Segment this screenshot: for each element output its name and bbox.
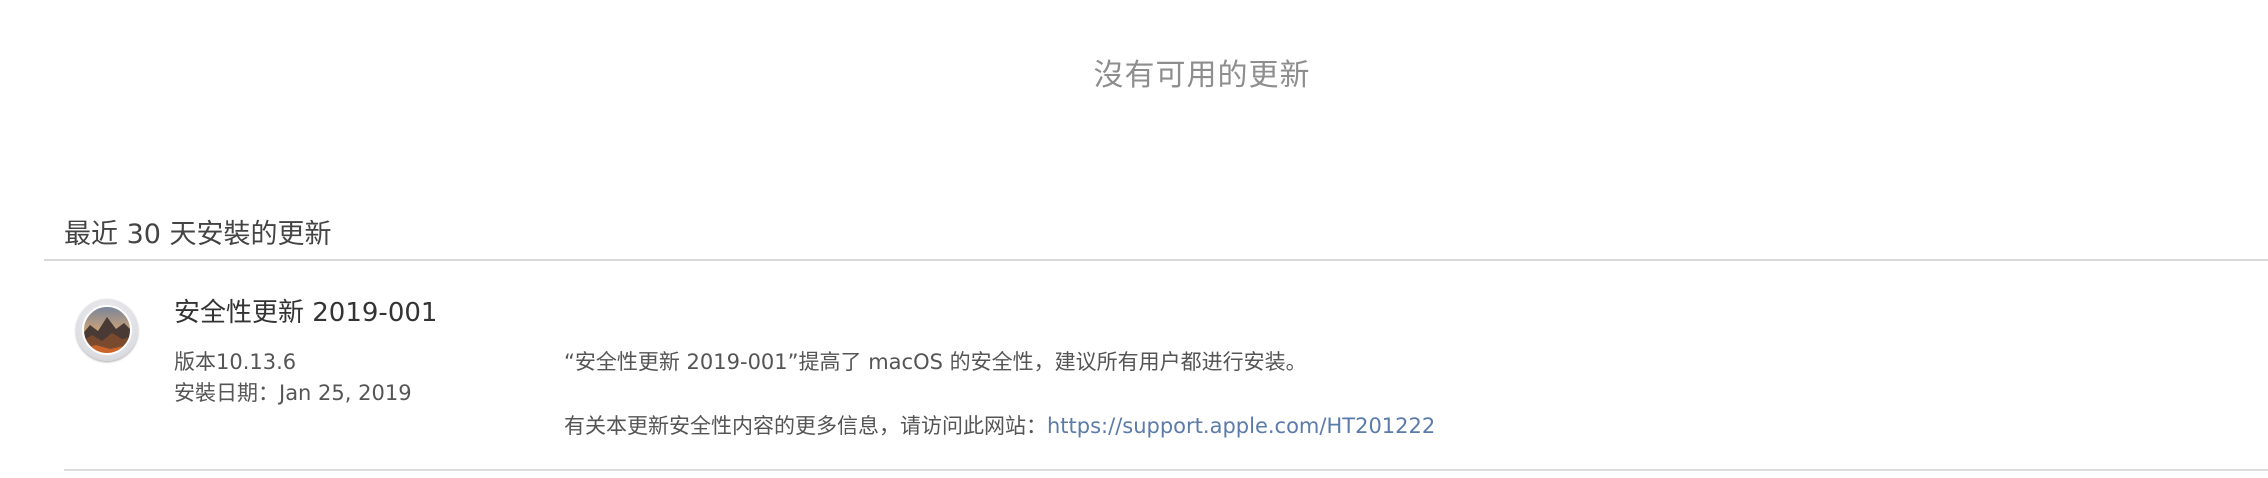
row-divider bbox=[64, 469, 2268, 471]
install-date: 安裝日期：Jan 25, 2019 bbox=[174, 381, 412, 405]
update-version: 版本10.13.6 bbox=[174, 350, 297, 374]
support-link[interactable]: https://support.apple.com/HT201222 bbox=[1047, 414, 1435, 438]
software-update-panel: 沒有可用的更新 最近 30 天安裝的更新 安全性更新 2019-001 版本10… bbox=[0, 0, 2268, 478]
update-name: 安全性更新 2019-001 bbox=[174, 298, 438, 328]
more-info-line: 有关本更新安全性内容的更多信息，请访问此网站：https://support.a… bbox=[564, 410, 1435, 440]
more-info-text: 有关本更新安全性内容的更多信息，请访问此网站： bbox=[564, 414, 1047, 438]
recent-updates-heading: 最近 30 天安裝的更新 bbox=[64, 219, 332, 250]
section-divider bbox=[44, 259, 2268, 261]
update-description: “安全性更新 2019-001”提高了 macOS 的安全性，建议所有用户都进行… bbox=[564, 350, 1307, 374]
macos-high-sierra-icon bbox=[76, 299, 138, 361]
no-updates-message: 沒有可用的更新 bbox=[1093, 58, 1311, 93]
